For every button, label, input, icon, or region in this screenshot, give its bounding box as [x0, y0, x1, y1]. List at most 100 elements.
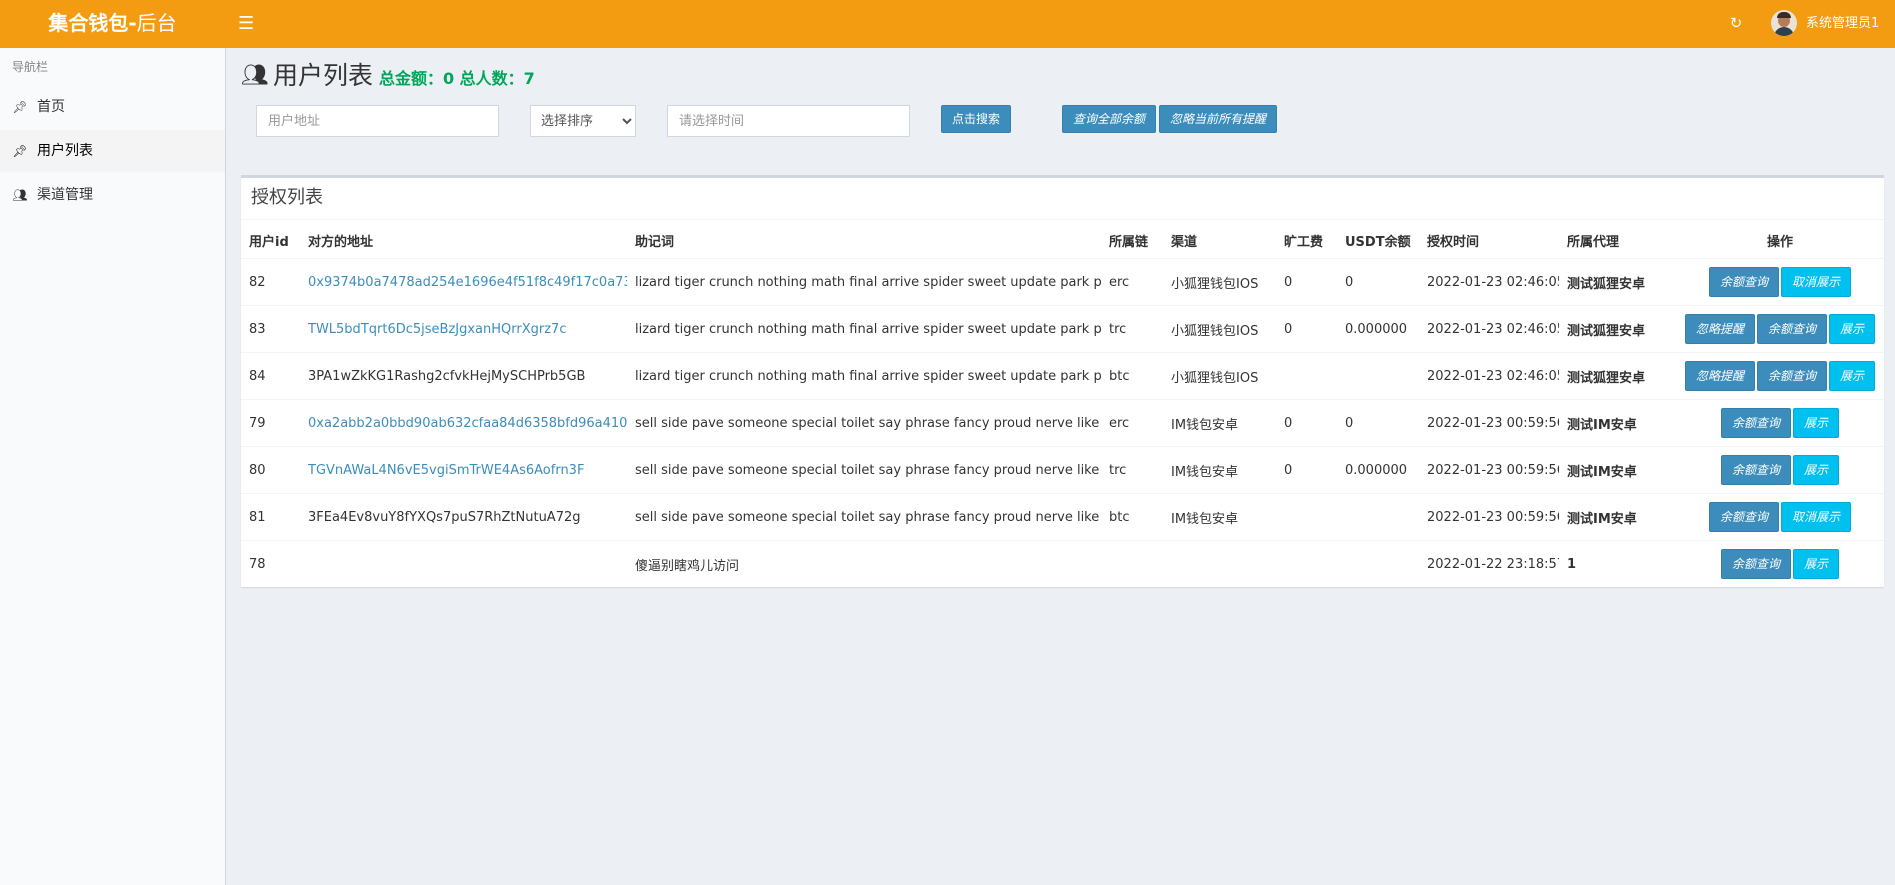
- cell-user-id: 81: [241, 493, 300, 541]
- cell-channel: IM钱包安卓: [1163, 493, 1276, 541]
- row-action-button[interactable]: 忽略提醒: [1684, 314, 1755, 344]
- cell-miner-fee: [1276, 352, 1337, 400]
- address-link[interactable]: TWL5bdTqrt6Dc5jseBzJgxanHQrrXgrz7c: [308, 322, 566, 337]
- row-action-button[interactable]: 展示: [1793, 455, 1840, 485]
- cell-agent: 测试狐狸安卓: [1559, 305, 1676, 353]
- cell-auth-time: 2022-01-23 02:46:05: [1419, 258, 1559, 306]
- brand-logo[interactable]: 集合钱包-后台: [0, 0, 225, 48]
- sidebar-item-label: 用户列表: [37, 143, 93, 159]
- sidebar-item-home[interactable]: 📌︎ 首页: [0, 86, 225, 128]
- cell-usdt-balance: 0.000000: [1337, 446, 1419, 494]
- row-action-button[interactable]: 忽略提醒: [1684, 361, 1755, 391]
- cell-user-id: 83: [241, 305, 300, 353]
- cell-agent: 测试狐狸安卓: [1559, 258, 1676, 306]
- address-link[interactable]: 0xa2abb2a0bbd90ab632cfaa84d6358bfd96a410…: [308, 416, 627, 431]
- cell-auth-time: 2022-01-23 02:46:05: [1419, 305, 1559, 353]
- cell-user-id: 80: [241, 446, 300, 494]
- cell-address: TWL5bdTqrt6Dc5jseBzJgxanHQrrXgrz7c: [300, 305, 627, 353]
- username[interactable]: 系统管理员1: [1806, 14, 1879, 34]
- ignore-all-alerts-button[interactable]: 忽略当前所有提醒: [1159, 105, 1277, 133]
- cell-channel: 小狐狸钱包IOS: [1163, 258, 1276, 306]
- cell-channel: [1163, 540, 1276, 587]
- column-header: 旷工费: [1276, 223, 1337, 259]
- cell-user-id: 84: [241, 352, 300, 400]
- time-picker-input[interactable]: [667, 105, 910, 137]
- cell-auth-time: 2022-01-23 00:59:56: [1419, 399, 1559, 447]
- search-button[interactable]: 点击搜索: [941, 105, 1011, 133]
- query-all-balance-button[interactable]: 查询全部余额: [1062, 105, 1156, 133]
- cell-mnemonic: sell side pave someone special toilet sa…: [627, 446, 1101, 494]
- cell-miner-fee: 0: [1276, 305, 1337, 353]
- cell-auth-time: 2022-01-23 02:46:05: [1419, 352, 1559, 400]
- column-header: 操作: [1676, 223, 1884, 259]
- cell-actions: 余额查询 展示: [1676, 540, 1884, 587]
- table-row: 83 TWL5bdTqrt6Dc5jseBzJgxanHQrrXgrz7c liza…: [241, 305, 1884, 353]
- sidebar: 导航栏 📌︎ 首页 📌︎ 用户列表 👥︎ 渠道管理: [0, 48, 226, 885]
- sort-select[interactable]: 选择排序: [530, 105, 636, 137]
- row-action-button[interactable]: 展示: [1793, 408, 1840, 438]
- column-header: USDT余额: [1337, 223, 1419, 259]
- cell-mnemonic: 傻逼别瞎鸡儿访问: [627, 540, 1101, 587]
- box-divider: [241, 219, 1884, 220]
- avatar-hair: [1777, 12, 1791, 18]
- sidebar-item-label: 首页: [37, 99, 65, 115]
- row-action-button[interactable]: 展示: [1793, 549, 1840, 579]
- authorization-table: 用户id 对方的地址 助记词 所属链 渠道 旷工费 USDT余额 授权时间 所属…: [241, 223, 1884, 587]
- row-action-button[interactable]: 余额查询: [1720, 549, 1791, 579]
- brand-light: 后台: [136, 11, 177, 35]
- table-row: 84 3PA1wZkKG1Rashg2cfvkHejMySCHPrb5GB liza…: [241, 352, 1884, 400]
- cell-usdt-balance: [1337, 540, 1419, 587]
- cell-actions: 忽略提醒 余额查询 展示: [1676, 305, 1884, 353]
- sidebar-item-channel-management[interactable]: 👥︎ 渠道管理: [0, 174, 225, 216]
- table-row: 80 TGVnAWaL4N6vE5vgiSmTrWE4As6Aofrn3F sell…: [241, 446, 1884, 494]
- cell-agent: 测试IM安卓: [1559, 399, 1676, 447]
- row-action-button[interactable]: 余额查询: [1708, 267, 1779, 297]
- cell-actions: 余额查询 展示: [1676, 399, 1884, 447]
- address-search-input[interactable]: [256, 105, 499, 137]
- cell-address: 3PA1wZkKG1Rashg2cfvkHejMySCHPrb5GB: [300, 352, 627, 400]
- hamburger-icon[interactable]: ☰: [238, 12, 256, 36]
- top-navbar: 集合钱包-后台 ☰ ↻ 系统管理员1: [0, 0, 1895, 48]
- column-header: 对方的地址: [300, 223, 627, 259]
- cell-mnemonic: sell side pave someone special toilet sa…: [627, 493, 1101, 541]
- users-icon: 👥︎: [12, 188, 28, 202]
- brand-bold: 集合钱包-: [48, 11, 137, 35]
- cell-address: 0x9374b0a7478ad254e1696e4f51f8c49f17c0a7…: [300, 258, 627, 306]
- refresh-icon[interactable]: ↻: [1727, 13, 1745, 33]
- row-action-button[interactable]: 展示: [1829, 361, 1876, 391]
- address-link[interactable]: 0x9374b0a7478ad254e1696e4f51f8c49f17c0a7…: [308, 275, 627, 290]
- cell-mnemonic: sell side pave someone special toilet sa…: [627, 399, 1101, 447]
- table-row: 78 傻逼别瞎鸡儿访问 2022-01-22 23:18:57 1 余额查询 展示: [241, 540, 1884, 587]
- cell-actions: 余额查询 取消展示: [1676, 258, 1884, 306]
- summary-totals: 总金额：0 总人数：7: [378, 69, 535, 88]
- cell-address: [300, 540, 627, 587]
- box-title: 授权列表: [251, 187, 323, 208]
- pin-icon: 📌︎: [12, 100, 28, 114]
- address-link[interactable]: TGVnAWaL4N6vE5vgiSmTrWE4As6Aofrn3F: [308, 463, 584, 478]
- row-action-button[interactable]: 余额查询: [1720, 408, 1791, 438]
- avatar[interactable]: [1771, 10, 1797, 36]
- sidebar-item-user-list[interactable]: 📌︎ 用户列表: [0, 130, 225, 172]
- column-header: 所属代理: [1559, 223, 1676, 259]
- cell-usdt-balance: 0: [1337, 258, 1419, 306]
- cell-mnemonic: lizard tiger crunch nothing math final a…: [627, 305, 1101, 353]
- cell-user-id: 78: [241, 540, 300, 587]
- row-action-button[interactable]: 展示: [1829, 314, 1876, 344]
- row-action-button[interactable]: 余额查询: [1720, 455, 1791, 485]
- row-action-button[interactable]: 余额查询: [1756, 361, 1827, 391]
- cell-channel: 小狐狸钱包IOS: [1163, 352, 1276, 400]
- cell-user-id: 82: [241, 258, 300, 306]
- cell-miner-fee: 0: [1276, 446, 1337, 494]
- row-action-button[interactable]: 取消展示: [1781, 267, 1852, 297]
- row-action-button[interactable]: 取消展示: [1781, 502, 1852, 532]
- cell-usdt-balance: 0.000000: [1337, 305, 1419, 353]
- cell-agent: 测试IM安卓: [1559, 493, 1676, 541]
- table-header-row: 用户id 对方的地址 助记词 所属链 渠道 旷工费 USDT余额 授权时间 所属…: [241, 223, 1884, 259]
- cell-usdt-balance: [1337, 352, 1419, 400]
- cell-chain: trc: [1101, 446, 1163, 494]
- row-action-button[interactable]: 余额查询: [1756, 314, 1827, 344]
- cell-miner-fee: [1276, 540, 1337, 587]
- row-action-button[interactable]: 余额查询: [1708, 502, 1779, 532]
- column-header: 渠道: [1163, 223, 1276, 259]
- column-header: 用户id: [241, 223, 300, 259]
